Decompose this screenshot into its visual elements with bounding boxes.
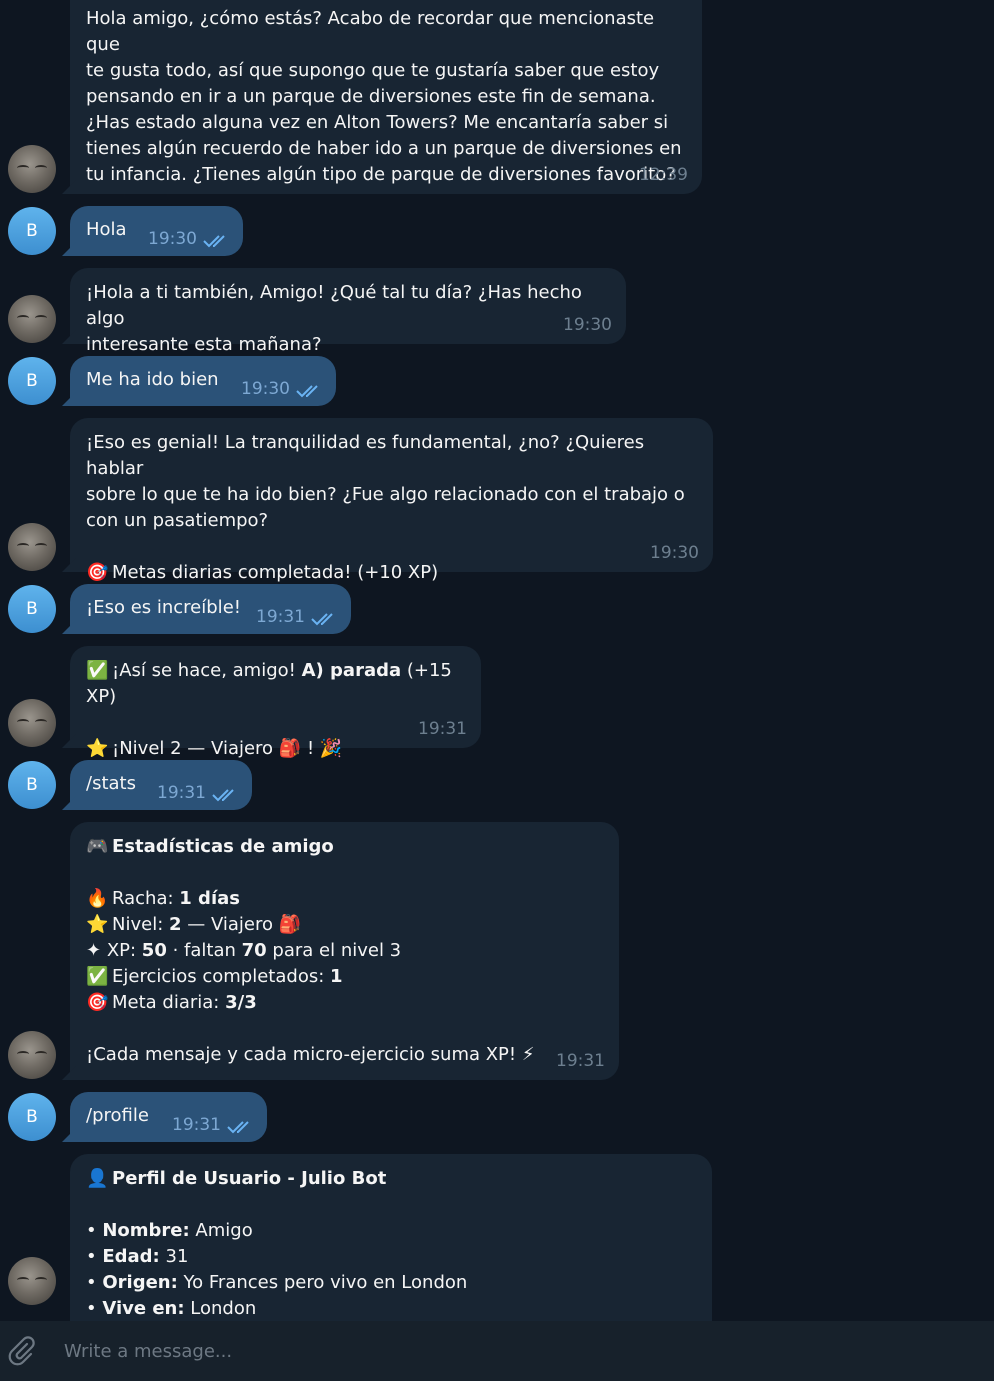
user-avatar[interactable]: B [8,207,56,255]
xp-line: ✅ ¡Así se hace, amigo! A) parada (+15 XP) [86,660,452,707]
message-time: 19:30 [650,543,699,563]
message-bubble-incoming[interactable]: 🎮 Estadísticas de amigo 🔥 Racha: 1 días ⭐ N… [62,822,619,1080]
bubble-tail [62,180,76,194]
bubble-tail [62,558,76,572]
message-text: ¡Hola a ti también, Amigo! ¿Qué tal tu d… [86,282,582,355]
bot-avatar[interactable] [8,295,56,343]
message-composer [0,1321,994,1381]
message-bubble-incoming[interactable]: ¡Eso es genial! La tranquilidad es funda… [62,418,713,583]
avatar-letter: B [26,775,38,795]
message-time: 19:30 [563,315,612,335]
sparkle-icon: ✦ [86,940,102,961]
bubble-tail [62,1128,76,1142]
message-time: 19:31 [157,783,206,803]
bot-avatar[interactable] [8,1257,56,1305]
stat-level: ⭐ Nivel: 2 — Viajero 🎒 [86,912,603,938]
message-bubble-outgoing[interactable]: ¡Eso es increíble! 19:31 [62,584,351,634]
message-text: Me ha ido bien [86,369,219,390]
stat-daily-goal: 🎯 Meta diaria: 3/3 [86,990,603,1016]
stats-title: 🎮 Estadísticas de amigo [86,834,603,860]
profile-field: • Edad: 31 [86,1246,189,1267]
bubble-tail [62,620,76,634]
stats-footer: ¡Cada mensaje y cada micro-ejercicio sum… [86,1044,535,1065]
bubble-tail [62,330,76,344]
message-bubble-incoming[interactable]: ¡Hola a ti también, Amigo! ¿Qué tal tu d… [62,268,626,355]
message-time: 19:30 [241,379,290,399]
backpack-icon: 🎒 [278,914,302,935]
message-bubble-outgoing[interactable]: /stats 19:31 [62,760,252,810]
user-avatar[interactable]: B [8,1093,56,1141]
message-text: ¡Eso es genial! La tranquilidad es funda… [86,432,685,531]
bubble-tail [62,392,76,406]
gamepad-icon: 🎮 [86,836,109,857]
message-bubble-outgoing[interactable]: Hola 19:30 [62,206,243,256]
target-icon: 🎯 [86,992,109,1013]
user-avatar[interactable]: B [8,357,56,405]
bot-avatar[interactable] [8,699,56,747]
message-bubble-outgoing[interactable]: Me ha ido bien 19:30 [62,356,336,406]
user-avatar[interactable]: B [8,761,56,809]
message-time: 12:39 [639,165,688,185]
paperclip-icon[interactable] [6,1335,38,1367]
chat-history[interactable]: Hola amigo, ¿cómo estás? Acabo de record… [0,0,994,1321]
avatar-letter: B [26,371,38,391]
user-silhouette-icon: 👤 [86,1168,109,1189]
message-time: 19:31 [172,1115,221,1135]
command-text: /stats [86,773,136,794]
double-check-icon [212,789,234,802]
message-bubble-incoming[interactable]: ✅ ¡Así se hace, amigo! A) parada (+15 XP)… [62,646,481,759]
party-icon: 🎉 [319,738,343,759]
bubble-tail [62,796,76,810]
profile-field: • Vive en: London [86,1298,257,1319]
level-line: ⭐ ¡Nivel 2 — Viajero 🎒 ! 🎉 [86,736,465,762]
double-check-icon [296,385,318,398]
bot-avatar[interactable] [8,1031,56,1079]
message-time: 19:30 [148,229,197,249]
fire-icon: 🔥 [86,888,109,909]
profile-field: • Origen: Yo Frances pero vivo en London [86,1272,468,1293]
message-time: 19:31 [418,719,467,739]
star-icon: ⭐ [86,914,109,935]
message-bubble-incoming[interactable]: Hola amigo, ¿cómo estás? Acabo de record… [62,0,702,194]
bot-avatar[interactable] [8,523,56,571]
message-bubble-outgoing[interactable]: /profile 19:31 [62,1092,267,1142]
message-time: 19:31 [256,607,305,627]
message-bubble-incoming[interactable]: 👤 Perfil de Usuario - Julio Bot • Nombre:… [70,1154,712,1321]
target-icon: 🎯 [86,562,109,583]
double-check-icon [311,613,333,626]
double-check-icon [227,1121,249,1134]
stat-exercises: ✅ Ejercicios completados: 1 [86,964,603,990]
message-time: 19:31 [556,1051,605,1071]
goal-text: Metas diarias completada! (+10 XP) [112,562,439,583]
bubble-tail [62,1066,76,1080]
message-input[interactable] [64,1335,944,1367]
message-text: Hola amigo, ¿cómo estás? Acabo de record… [86,8,682,185]
stat-xp: ✦ XP: 50 · faltan 70 para el nivel 3 [86,940,402,961]
profile-title: 👤 Perfil de Usuario - Julio Bot [86,1166,696,1192]
star-icon: ⭐ [86,738,109,759]
bot-avatar[interactable] [8,145,56,193]
goal-line: 🎯 Metas diarias completada! (+10 XP) [86,560,697,586]
command-text: /profile [86,1105,149,1126]
backpack-icon: 🎒 [278,738,302,759]
avatar-letter: B [26,1107,38,1127]
check-icon: ✅ [86,966,109,987]
message-text: ¡Eso es increíble! [86,597,241,618]
bubble-tail [62,242,76,256]
bubble-tail [62,734,76,748]
avatar-letter: B [26,221,38,241]
double-check-icon [203,235,225,248]
check-icon: ✅ [86,660,109,681]
avatar-letter: B [26,599,38,619]
lightning-icon: ⚡ [521,1044,535,1065]
message-text: Hola [86,219,127,240]
profile-field: • Nombre: Amigo [86,1220,253,1241]
stat-streak: 🔥 Racha: 1 días [86,886,603,912]
user-avatar[interactable]: B [8,585,56,633]
